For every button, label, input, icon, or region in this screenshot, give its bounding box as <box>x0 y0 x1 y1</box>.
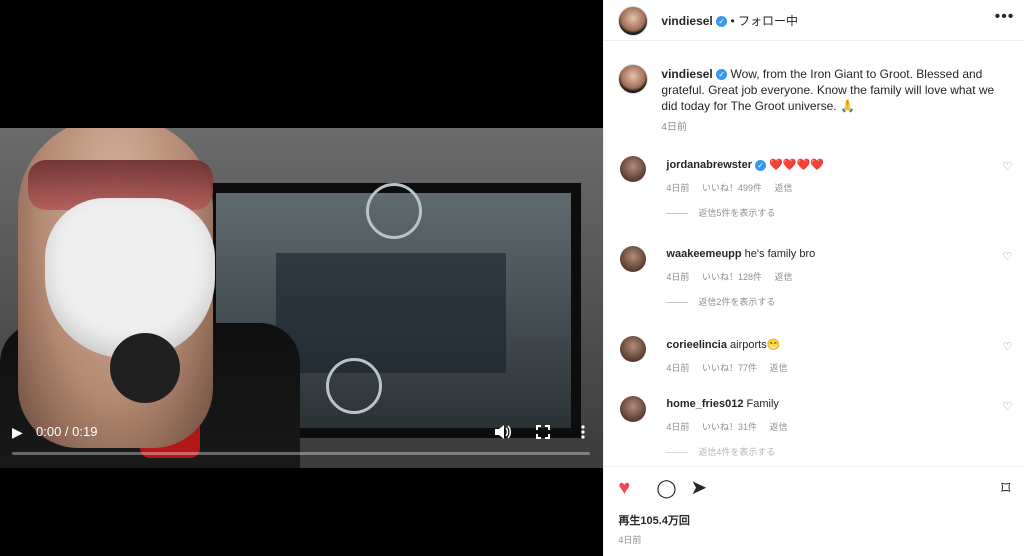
comment-avatar[interactable] <box>620 396 647 422</box>
comment-text: airports😁 <box>730 339 781 351</box>
studio-logo <box>366 183 422 239</box>
volume-icon[interactable] <box>494 424 512 440</box>
comment-likes[interactable]: いいね！499件 <box>702 183 762 193</box>
author-avatar[interactable] <box>618 6 649 36</box>
comment-like-icon[interactable]: ♡ <box>1003 160 1013 173</box>
comment-avatar[interactable] <box>620 156 647 182</box>
comment-like-icon[interactable]: ♡ <box>1003 400 1013 413</box>
view-count[interactable]: 再生105.4万回 <box>618 512 690 528</box>
verified-badge-icon: ✓ <box>716 69 728 81</box>
comment-username[interactable]: waakeemeupp <box>666 248 741 260</box>
comment-text: ❤️❤️❤️❤️ <box>769 159 824 171</box>
comment-meta: 4日前 いいね！77件 返信 <box>666 361 996 374</box>
comment-meta: 4日前 いいね！31件 返信 <box>666 420 996 433</box>
caption-avatar[interactable] <box>618 64 649 94</box>
comment-text: he's family bro <box>744 248 816 260</box>
view-replies[interactable]: 返信2件を表示する <box>666 295 996 308</box>
reply-button[interactable]: 返信 <box>774 183 792 193</box>
post-header: vindiesel ✓ • フォロー中 ••• <box>604 0 1024 41</box>
face-mask <box>45 198 215 358</box>
header-userline: vindiesel ✓ • フォロー中 <box>661 12 798 29</box>
comment-icon[interactable]: ◯ <box>656 473 676 503</box>
comment-like-icon[interactable]: ♡ <box>1003 340 1013 353</box>
video-player[interactable]: ▶ 0:00 / 0:19 <box>0 0 604 556</box>
more-options-icon[interactable]: ••• <box>995 8 1015 26</box>
reply-button[interactable]: 返信 <box>774 272 792 282</box>
video-time: 0:00 / 0:19 <box>36 424 98 439</box>
play-icon[interactable]: ▶ <box>12 422 23 442</box>
turntable-shape <box>326 358 382 414</box>
comment-likes[interactable]: いいね！77件 <box>702 363 757 373</box>
view-replies[interactable]: 返信5件を表示する <box>666 206 996 219</box>
comment-username[interactable]: jordanabrewster <box>666 159 752 171</box>
reply-button[interactable]: 返信 <box>769 363 787 373</box>
comment-username[interactable]: corieelincia <box>666 339 727 351</box>
comment-avatar[interactable] <box>620 336 647 362</box>
video-progress[interactable] <box>12 452 590 455</box>
fullscreen-icon[interactable] <box>536 425 550 439</box>
comment-text: Family <box>746 398 779 410</box>
header-username[interactable]: vindiesel <box>661 14 712 28</box>
caption-username[interactable]: vindiesel <box>661 67 712 81</box>
caption: vindiesel ✓ Wow, from the Iron Giant to … <box>661 66 1011 136</box>
save-icon[interactable]: ⌑ <box>1001 473 1010 503</box>
view-replies[interactable]: 返信4件を表示する <box>666 445 996 458</box>
comment-username[interactable]: home_fries012 <box>666 398 743 410</box>
comment-time: 4日前 <box>666 183 690 193</box>
microphone <box>110 333 180 403</box>
share-icon[interactable]: ➤ <box>690 473 707 503</box>
comment-likes[interactable]: いいね！128件 <box>702 272 762 282</box>
comment-time: 4日前 <box>666 363 690 373</box>
more-vert-icon[interactable] <box>580 424 586 440</box>
video-controls: ▶ 0:00 / 0:19 <box>0 416 603 466</box>
comment-time: 4日前 <box>666 272 690 282</box>
verified-badge-icon: ✓ <box>716 16 728 28</box>
post-date: 4日前 <box>618 535 642 545</box>
post-panel: vindiesel ✓ • フォロー中 ••• vindiesel ✓ Wow,… <box>603 0 1024 556</box>
comment-meta: 4日前 いいね！128件 返信 <box>666 270 996 283</box>
post-actions: ♥ ◯ ➤ ⌑ <box>604 466 1024 509</box>
comment-time: 4日前 <box>666 422 690 432</box>
comment-meta: 4日前 いいね！499件 返信 <box>666 181 996 194</box>
comment-like-icon[interactable]: ♡ <box>1003 250 1013 263</box>
caption-time: 4日前 <box>661 122 687 133</box>
follow-status[interactable]: • フォロー中 <box>730 14 798 28</box>
verified-badge-icon: ✓ <box>755 159 767 171</box>
comment-likes[interactable]: いいね！31件 <box>702 422 757 432</box>
reply-button[interactable]: 返信 <box>769 422 787 432</box>
like-icon[interactable]: ♥ <box>618 473 630 503</box>
studio-console <box>276 253 506 373</box>
comment-avatar[interactable] <box>620 246 647 272</box>
